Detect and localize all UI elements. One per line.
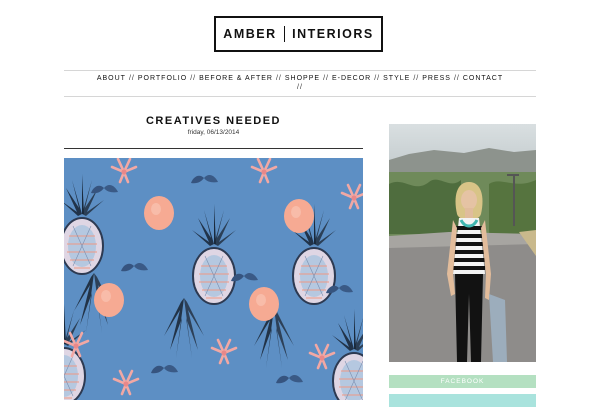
pineapple-pattern-art <box>64 158 363 400</box>
nav-item-about[interactable]: ABOUT <box>97 74 126 83</box>
profile-photo-art <box>389 124 536 362</box>
post-image-pineapple-pattern[interactable] <box>64 158 363 400</box>
nav-item-portfolio[interactable]: PORTFOLIO <box>138 74 187 83</box>
logo-divider <box>283 26 286 42</box>
sidebar-profile-photo[interactable] <box>389 124 536 362</box>
nav-separator: // <box>190 75 197 82</box>
nav-item-shoppe[interactable]: SHOPPE <box>285 74 320 83</box>
nav-top-rule <box>64 70 536 71</box>
nav-separator: // <box>374 75 381 82</box>
nav-separator: // <box>128 75 135 82</box>
facebook-button[interactable]: FACEBOOK <box>389 375 536 388</box>
logo-word-interiors: INTERIORS <box>292 27 374 41</box>
nav-separator: // <box>323 75 329 82</box>
nav-item-press[interactable]: PRESS <box>422 74 451 83</box>
site-logo[interactable]: AMBER INTERIORS <box>214 16 383 52</box>
nav-bottom-rule <box>64 96 536 97</box>
nav-item-contact[interactable]: CONTACT <box>463 74 503 83</box>
post-divider <box>64 148 363 149</box>
nav-item-e-decor[interactable]: E-DECOR <box>332 74 371 83</box>
main-nav: ABOUT//PORTFOLIO//BEFORE & AFTER//SHOPPE… <box>64 74 536 92</box>
logo-word-amber: AMBER <box>223 27 277 41</box>
nav-separator: // <box>453 75 460 82</box>
nav-separator: // <box>413 75 420 82</box>
post-title[interactable]: CREATIVES NEEDED <box>64 115 363 127</box>
nav-item-style[interactable]: STYLE <box>383 74 410 83</box>
nav-item-before-after[interactable]: BEFORE & AFTER <box>199 74 273 83</box>
nav-separator: // <box>275 75 282 82</box>
post-date: friday, 06/13/2014 <box>187 129 240 136</box>
nav-separator-trailing: // <box>297 84 303 91</box>
social-button-second[interactable] <box>389 394 536 407</box>
